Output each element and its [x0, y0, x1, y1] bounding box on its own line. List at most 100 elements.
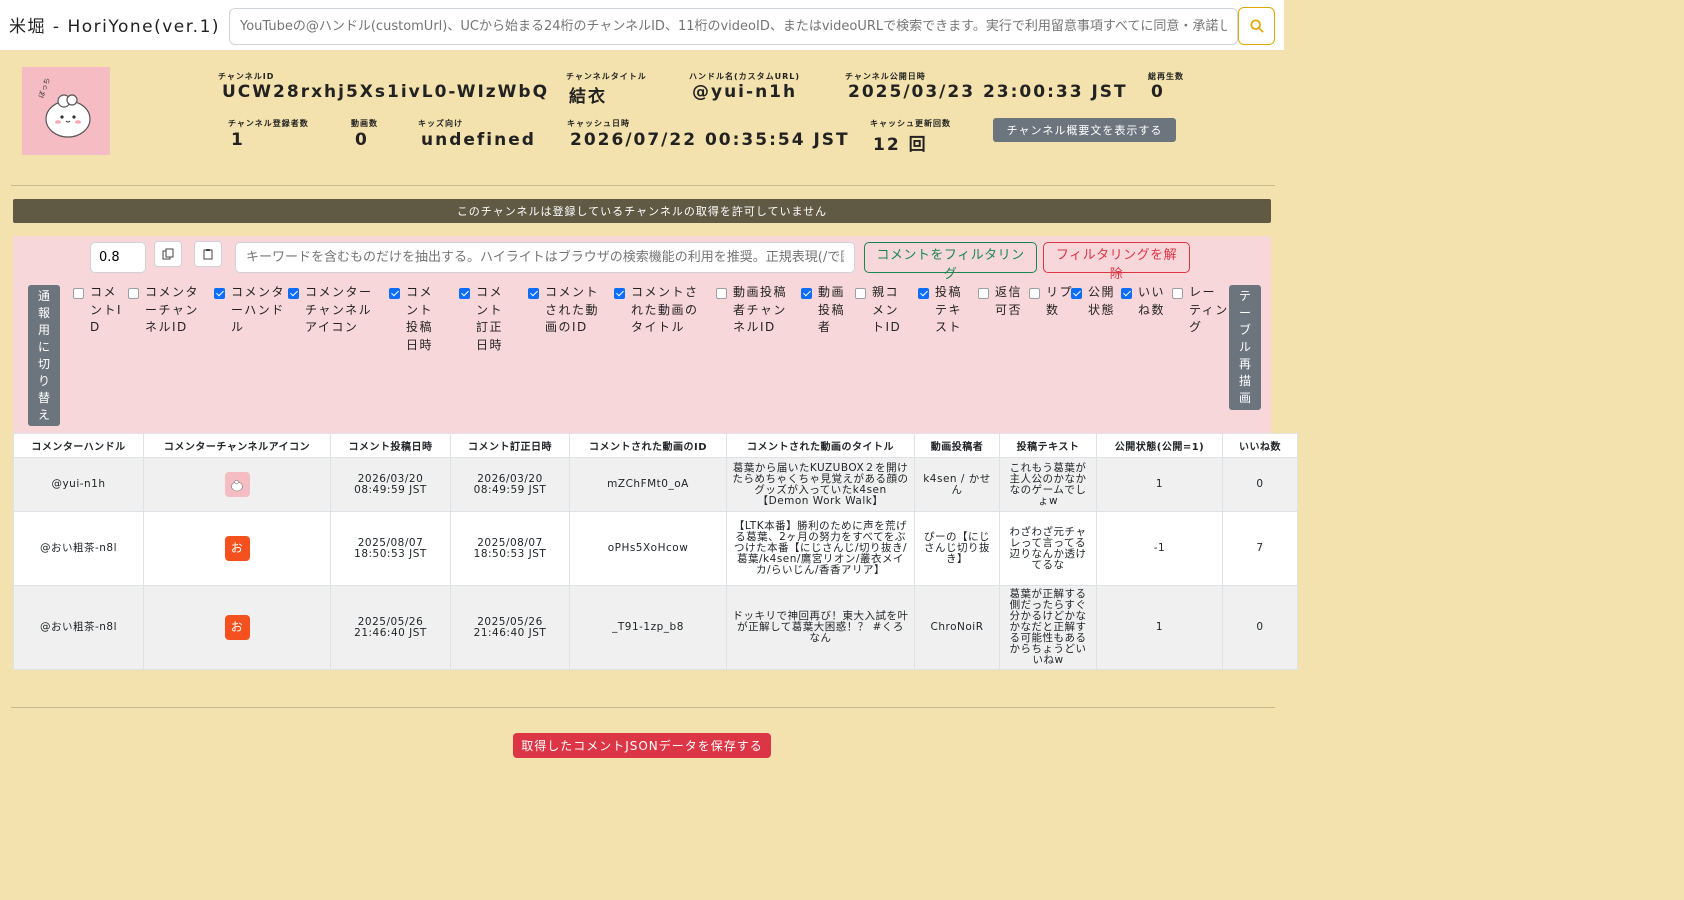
cell-video-id[interactable]: oPHs5XoHcow — [569, 511, 727, 586]
search-input[interactable] — [229, 8, 1238, 45]
column-checkbox[interactable] — [214, 288, 225, 299]
column-checkbox[interactable] — [716, 288, 727, 299]
column-option-label: コメントされた動画のタイトル — [631, 285, 699, 334]
column-option[interactable]: レーティング — [1172, 284, 1229, 337]
divider-top — [11, 185, 1275, 186]
table-row: @おい粗茶-n8l お 2025/08/07 18:50:53 JST 2025… — [13, 511, 1298, 586]
cell-icon — [143, 457, 331, 512]
header-status[interactable]: 公開状態(公開=1) — [1096, 433, 1223, 458]
column-checkbox[interactable] — [1029, 288, 1040, 299]
column-option[interactable]: 公開状態 — [1071, 284, 1118, 319]
header-commenter-icon[interactable]: コメンターチャンネルアイコン — [143, 433, 331, 458]
cell-likes: 0 — [1222, 457, 1298, 512]
header-edited-at[interactable]: コメント訂正日時 — [450, 433, 570, 458]
published-label: チャンネル公開日時 — [845, 72, 926, 81]
avatar-icon[interactable]: お — [224, 615, 250, 640]
redraw-table-label: テーブル再描画 — [1238, 289, 1251, 405]
cache-value: 2026/07/22 00:35:54 JST — [570, 130, 850, 150]
column-option[interactable]: いいね数 — [1121, 284, 1168, 319]
permission-notice: このチャンネルは登録しているチャンネルの取得を許可していません — [13, 199, 1271, 223]
kids-label: キッズ向け — [418, 119, 463, 128]
column-option[interactable]: コメンターチャンネルアイコン — [288, 284, 381, 337]
header-uploader[interactable]: 動画投稿者 — [914, 433, 1000, 458]
column-option-label: 動画投稿者 — [818, 285, 846, 334]
cell-uploader: ChroNoiR — [914, 585, 1000, 670]
table-row: @yui-n1h 2026/03/20 08:49:59 JST 2026/03… — [13, 457, 1298, 512]
column-option[interactable]: コメント投稿日時 — [389, 284, 446, 354]
column-option[interactable]: コメントされた動画のID — [528, 284, 609, 337]
column-checkbox[interactable] — [73, 288, 84, 299]
header-video-title[interactable]: コメントされた動画のタイトル — [726, 433, 915, 458]
column-checkbox[interactable] — [918, 288, 929, 299]
channel-title-label: チャンネルタイトル — [566, 72, 647, 81]
column-checkbox[interactable] — [855, 288, 866, 299]
column-checkbox[interactable] — [128, 288, 139, 299]
column-option-label: コメント投稿日時 — [406, 285, 434, 352]
videos-label: 動画数 — [351, 119, 378, 128]
cell-edited: 2026/03/20 08:49:59 JST — [450, 457, 570, 512]
column-option[interactable]: 投稿テキスト — [918, 284, 973, 337]
column-option[interactable]: コメントされた動画のタイトル — [614, 284, 707, 337]
show-description-button[interactable]: チャンネル概要文を表示する — [993, 118, 1176, 142]
column-checkbox[interactable] — [1172, 288, 1183, 299]
cell-handle[interactable]: @おい粗茶-n8l — [13, 585, 144, 670]
threshold-input[interactable] — [90, 242, 146, 273]
column-checkbox[interactable] — [1121, 288, 1132, 299]
column-option-label: いいね数 — [1138, 285, 1166, 317]
cell-video-id[interactable]: _T91-1zp_b8 — [569, 585, 727, 670]
header-posted-at[interactable]: コメント投稿日時 — [330, 433, 451, 458]
column-option[interactable]: 親コメントID — [855, 284, 910, 337]
filter-comments-button[interactable]: コメントをフィルタリング — [864, 242, 1037, 282]
column-checkbox[interactable] — [801, 288, 812, 299]
header-text[interactable]: 投稿テキスト — [999, 433, 1097, 458]
cache-count-label: キャッシュ更新回数 — [870, 119, 951, 128]
column-checkbox[interactable] — [389, 288, 400, 299]
column-checkbox[interactable] — [614, 288, 625, 299]
avatar-icon[interactable]: お — [224, 536, 250, 561]
header-likes[interactable]: いいね数 — [1222, 433, 1298, 458]
clear-filter-button[interactable]: フィルタリングを解除 — [1043, 242, 1190, 282]
subs-label: チャンネル登録者数 — [228, 119, 309, 128]
save-json-button[interactable]: 取得したコメントJSONデータを保存する — [513, 733, 771, 758]
header-video-id[interactable]: コメントされた動画のID — [569, 433, 727, 458]
column-checkbox[interactable] — [288, 288, 299, 299]
avatar-icon[interactable] — [224, 472, 250, 497]
cell-status: -1 — [1096, 511, 1223, 586]
cell-handle[interactable]: @yui-n1h — [13, 457, 144, 512]
column-option[interactable]: リプ数 — [1029, 284, 1076, 319]
column-option[interactable]: 返信可否 — [978, 284, 1025, 319]
cell-likes: 7 — [1222, 511, 1298, 586]
cell-status: 1 — [1096, 457, 1223, 512]
comments-table: コメンターハンドル コメンターチャンネルアイコン コメント投稿日時 コメント訂正… — [13, 433, 1298, 670]
column-option[interactable]: コメントID — [73, 284, 126, 337]
column-option[interactable]: 動画投稿者 — [801, 284, 848, 337]
handle-label: ハンドル名(カスタムURL) — [689, 72, 801, 81]
copy-button[interactable] — [154, 241, 182, 267]
column-option[interactable]: コメント訂正日時 — [459, 284, 516, 354]
cell-handle[interactable]: @おい粗茶-n8l — [13, 511, 144, 586]
column-option[interactable]: コメンターハンドル — [214, 284, 287, 337]
column-option-label: コメンターチャンネルID — [145, 285, 200, 334]
keyword-filter-input[interactable] — [235, 242, 855, 273]
channel-id-value: UCW28rxhj5Xs1ivL0-WIzWbQ — [222, 82, 550, 102]
cell-edited: 2025/05/26 21:46:40 JST — [450, 585, 570, 670]
cell-posted: 2026/03/20 08:49:59 JST — [330, 457, 451, 512]
header-commenter-handle[interactable]: コメンターハンドル — [13, 433, 144, 458]
column-checkbox[interactable] — [459, 288, 470, 299]
search-button[interactable] — [1238, 7, 1275, 45]
column-option-label: 親コメントID — [872, 285, 902, 334]
cell-posted: 2025/08/07 18:50:53 JST — [330, 511, 451, 586]
column-option[interactable]: コメンターチャンネルID — [128, 284, 207, 337]
column-checkbox[interactable] — [1071, 288, 1082, 299]
report-mode-toggle[interactable]: 通報用に切り替え — [28, 285, 60, 426]
column-checkbox[interactable] — [978, 288, 989, 299]
cell-text: わざわざ元チャレって言ってる辺りなんか透けてるな — [999, 511, 1097, 586]
cache-label: キャッシュ日時 — [567, 119, 630, 128]
paste-button[interactable] — [194, 241, 222, 267]
avatar-icon-image — [231, 479, 243, 491]
column-option[interactable]: 動画投稿者チャンネルID — [716, 284, 795, 337]
cell-text: これもう葛葉が主人公のかなかなのゲームでしょw — [999, 457, 1097, 512]
redraw-table-button[interactable]: テーブル再描画 — [1229, 285, 1261, 410]
column-checkbox[interactable] — [528, 288, 539, 299]
cell-video-id[interactable]: mZChFMt0_oA — [569, 457, 727, 512]
